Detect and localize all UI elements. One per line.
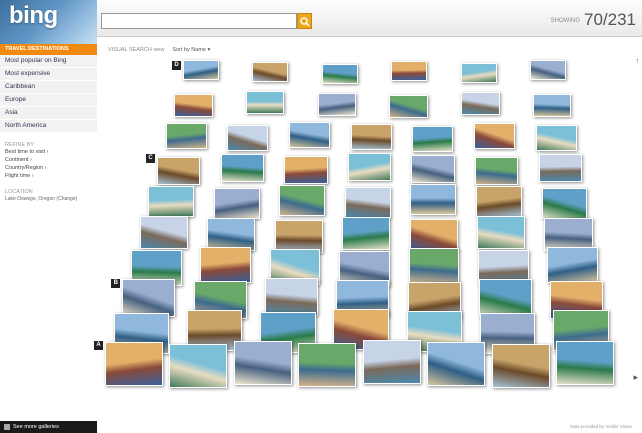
search-input[interactable]: [101, 13, 297, 29]
destination-thumbnail[interactable]: [538, 154, 582, 183]
destination-thumbnail[interactable]: [410, 184, 457, 216]
search-button[interactable]: [297, 13, 312, 29]
sidebar-selected-category[interactable]: TRAVEL DESTINATIONS: [0, 44, 97, 55]
destination-thumbnail[interactable]: [220, 154, 264, 183]
destination-thumbnail[interactable]: [408, 247, 460, 284]
destination-thumbnail[interactable]: [350, 124, 392, 150]
destination-thumbnail[interactable]: [535, 125, 577, 151]
destination-thumbnail[interactable]: [347, 153, 392, 182]
destination-thumbnail[interactable]: [362, 340, 421, 384]
view-mode[interactable]: VISUAL SEARCH view: [108, 47, 164, 53]
destination-thumbnail[interactable]: [284, 156, 328, 185]
destination-thumbnail[interactable]: [547, 246, 598, 283]
destination-thumbnail[interactable]: [532, 94, 572, 117]
destination-thumbnail[interactable]: [157, 157, 201, 186]
sidebar-item-asia[interactable]: Asia: [0, 107, 97, 120]
destination-thumbnail[interactable]: [478, 278, 533, 318]
see-more-label: See more galleries: [13, 424, 59, 430]
destination-thumbnail[interactable]: [165, 123, 207, 149]
destination-thumbnail[interactable]: [174, 94, 213, 117]
destination-thumbnail[interactable]: [427, 342, 486, 386]
sidebar-item-caribbean[interactable]: Caribbean: [0, 81, 97, 94]
destination-thumbnail[interactable]: [169, 344, 228, 388]
sidebar-item-expensive[interactable]: Most expensive: [0, 68, 97, 81]
destination-thumbnail[interactable]: [279, 185, 326, 217]
destination-thumbnail[interactable]: [317, 93, 357, 116]
destination-thumbnail[interactable]: [491, 344, 550, 388]
search-icon: [300, 17, 310, 27]
sidebar-item-europe[interactable]: Europe: [0, 94, 97, 107]
row-marker-c: C: [146, 154, 155, 164]
destination-thumbnail[interactable]: [556, 341, 614, 385]
gallery-icon: [4, 424, 10, 430]
destination-thumbnail[interactable]: [344, 187, 391, 219]
result-counter: SHOWING 70/231: [551, 10, 636, 30]
destination-thumbnail[interactable]: [391, 61, 428, 81]
location-text[interactable]: Lake Oswego, Oregon (Change): [0, 195, 97, 204]
destination-thumbnail[interactable]: [122, 278, 176, 318]
destination-thumbnail[interactable]: [298, 343, 357, 387]
destination-thumbnail[interactable]: [475, 157, 519, 186]
destination-thumbnail[interactable]: [411, 155, 455, 184]
destination-thumbnail[interactable]: [389, 95, 428, 118]
destination-thumbnail[interactable]: [530, 60, 566, 80]
destination-thumbnail[interactable]: [476, 186, 522, 218]
destination-thumbnail[interactable]: [264, 277, 319, 317]
row-marker-d: D: [172, 61, 181, 70]
sort-dropdown[interactable]: Sort by Name ▾: [172, 47, 210, 53]
filter-continent[interactable]: Continent ›: [0, 156, 97, 164]
row-marker-b: B: [111, 278, 121, 288]
logo-text: bing: [9, 2, 58, 29]
filter-flight-time[interactable]: Flight time ›: [0, 172, 97, 180]
destination-thumbnail[interactable]: [342, 216, 391, 250]
sidebar-item-popular[interactable]: Most popular on Bing: [0, 55, 97, 68]
destination-thumbnail[interactable]: [200, 246, 252, 283]
destination-thumbnail[interactable]: [321, 64, 358, 84]
data-provider-link[interactable]: Data provided by Visible Vision: [570, 424, 632, 429]
see-more-galleries-bar[interactable]: See more galleries: [0, 421, 97, 433]
destination-thumbnail[interactable]: [412, 126, 454, 152]
sidebar: TRAVEL DESTINATIONS Most popular on Bing…: [0, 44, 97, 421]
destination-thumbnail[interactable]: [139, 215, 188, 249]
counter-value: 70/231: [584, 10, 636, 29]
filter-best-time[interactable]: Best time to visit ›: [0, 148, 97, 156]
scroll-right-icon[interactable]: ▸: [633, 372, 638, 383]
bing-logo[interactable]: bing: [0, 0, 97, 44]
destination-thumbnail[interactable]: [474, 123, 515, 149]
sidebar-item-north-america[interactable]: North America: [0, 120, 97, 133]
destination-thumbnail[interactable]: [461, 92, 500, 115]
destination-thumbnail[interactable]: [476, 215, 526, 249]
destination-thumbnail[interactable]: [227, 125, 269, 151]
destination-thumbnail[interactable]: [213, 188, 260, 220]
filter-country[interactable]: Country/Region ›: [0, 164, 97, 172]
destination-thumbnail[interactable]: [541, 188, 588, 220]
destination-thumbnail[interactable]: [105, 342, 163, 386]
destination-thumbnail[interactable]: [246, 91, 285, 114]
scroll-up-icon[interactable]: ↑: [636, 58, 640, 65]
destination-thumbnail[interactable]: [183, 60, 219, 80]
gallery-toolbar: VISUAL SEARCH view Sort by Name ▾: [108, 47, 210, 53]
destination-thumbnail[interactable]: [289, 122, 330, 148]
destination-thumbnail[interactable]: [233, 341, 292, 385]
counter-label: SHOWING: [550, 17, 580, 24]
destination-thumbnail[interactable]: [460, 63, 497, 83]
destination-thumbnail[interactable]: [252, 62, 289, 82]
destination-thumbnail[interactable]: [148, 186, 195, 218]
